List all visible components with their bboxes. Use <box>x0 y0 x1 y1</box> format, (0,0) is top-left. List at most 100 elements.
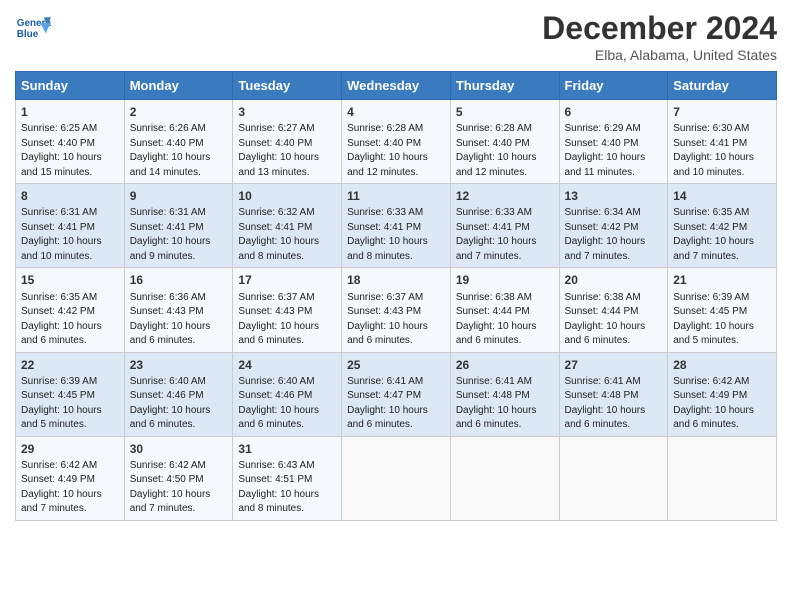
day-header-friday: Friday <box>559 72 668 100</box>
svg-text:Blue: Blue <box>17 29 39 40</box>
day-header-tuesday: Tuesday <box>233 72 342 100</box>
day-info: Sunrise: 6:41 AMSunset: 4:48 PMDaylight:… <box>456 376 537 431</box>
day-header-saturday: Saturday <box>668 72 777 100</box>
day-number: 18 <box>347 272 445 288</box>
day-number: 13 <box>565 188 663 204</box>
day-info: Sunrise: 6:39 AMSunset: 4:45 PMDaylight:… <box>21 376 102 431</box>
day-number: 4 <box>347 104 445 120</box>
logo: General Blue <box>15 10 51 46</box>
week-row-1: 1Sunrise: 6:25 AMSunset: 4:40 PMDaylight… <box>16 100 777 184</box>
calendar-cell: 2 Sunrise: 6:26 AMSunset: 4:40 PMDaylight… <box>124 100 233 184</box>
day-number: 7 <box>673 104 771 120</box>
day-number: 25 <box>347 357 445 373</box>
week-row-3: 15 Sunrise: 6:35 AMSunset: 4:42 PMDayligh… <box>16 268 777 352</box>
calendar-cell: 24 Sunrise: 6:40 AMSunset: 4:46 PMDayligh… <box>233 352 342 436</box>
calendar-cell: 6 Sunrise: 6:29 AMSunset: 4:40 PMDaylight… <box>559 100 668 184</box>
day-number: 27 <box>565 357 663 373</box>
calendar-header: SundayMondayTuesdayWednesdayThursdayFrid… <box>16 72 777 100</box>
day-number: 29 <box>21 441 119 457</box>
calendar-cell: 29Sunrise: 6:42 AMSunset: 4:49 PMDayligh… <box>16 436 125 520</box>
generalblue-logo-icon: General Blue <box>15 10 51 46</box>
day-header-wednesday: Wednesday <box>342 72 451 100</box>
title-block: December 2024 Elba, Alabama, United Stat… <box>542 10 777 63</box>
day-number: 2 <box>130 104 228 120</box>
calendar-body: 1Sunrise: 6:25 AMSunset: 4:40 PMDaylight… <box>16 100 777 521</box>
day-info: Sunrise: 6:41 AMSunset: 4:48 PMDaylight:… <box>565 376 646 431</box>
day-number: 3 <box>238 104 336 120</box>
day-info: Sunrise: 6:37 AMSunset: 4:43 PMDaylight:… <box>347 292 428 347</box>
day-info: Sunrise: 6:27 AMSunset: 4:40 PMDaylight:… <box>238 123 319 178</box>
calendar-cell <box>450 436 559 520</box>
day-number: 16 <box>130 272 228 288</box>
day-info: Sunrise: 6:29 AMSunset: 4:40 PMDaylight:… <box>565 123 646 178</box>
calendar-cell: 17Sunrise: 6:37 AMSunset: 4:43 PMDayligh… <box>233 268 342 352</box>
day-info: Sunrise: 6:40 AMSunset: 4:46 PMDaylight:… <box>130 376 211 431</box>
day-number: 15 <box>21 272 119 288</box>
header: General Blue December 2024 Elba, Alabama… <box>15 10 777 63</box>
day-number: 11 <box>347 188 445 204</box>
calendar-cell: 4 Sunrise: 6:28 AMSunset: 4:40 PMDaylight… <box>342 100 451 184</box>
subtitle: Elba, Alabama, United States <box>542 47 777 63</box>
calendar-cell: 12Sunrise: 6:33 AMSunset: 4:41 PMDayligh… <box>450 184 559 268</box>
day-info: Sunrise: 6:28 AMSunset: 4:40 PMDaylight:… <box>456 123 537 178</box>
calendar-cell: 1Sunrise: 6:25 AMSunset: 4:40 PMDaylight… <box>16 100 125 184</box>
calendar-cell: 26 Sunrise: 6:41 AMSunset: 4:48 PMDayligh… <box>450 352 559 436</box>
calendar-cell: 28 Sunrise: 6:42 AMSunset: 4:49 PMDayligh… <box>668 352 777 436</box>
day-number: 20 <box>565 272 663 288</box>
calendar-cell <box>559 436 668 520</box>
day-number: 6 <box>565 104 663 120</box>
calendar-cell: 14Sunrise: 6:35 AMSunset: 4:42 PMDayligh… <box>668 184 777 268</box>
day-info: Sunrise: 6:37 AMSunset: 4:43 PMDaylight:… <box>238 292 319 347</box>
day-number: 21 <box>673 272 771 288</box>
calendar-cell: 19 Sunrise: 6:38 AMSunset: 4:44 PMDayligh… <box>450 268 559 352</box>
calendar-cell: 20Sunrise: 6:38 AMSunset: 4:44 PMDayligh… <box>559 268 668 352</box>
day-info: Sunrise: 6:40 AMSunset: 4:46 PMDaylight:… <box>238 376 319 431</box>
day-info: Sunrise: 6:39 AMSunset: 4:45 PMDaylight:… <box>673 292 754 347</box>
day-info: Sunrise: 6:31 AMSunset: 4:41 PMDaylight:… <box>130 207 211 262</box>
day-number: 28 <box>673 357 771 373</box>
calendar-cell: 13 Sunrise: 6:34 AMSunset: 4:42 PMDayligh… <box>559 184 668 268</box>
day-info: Sunrise: 6:26 AMSunset: 4:40 PMDaylight:… <box>130 123 211 178</box>
day-number: 30 <box>130 441 228 457</box>
calendar-cell: 31 Sunrise: 6:43 AMSunset: 4:51 PMDayligh… <box>233 436 342 520</box>
day-info: Sunrise: 6:36 AMSunset: 4:43 PMDaylight:… <box>130 292 211 347</box>
calendar-cell: 18 Sunrise: 6:37 AMSunset: 4:43 PMDayligh… <box>342 268 451 352</box>
day-info: Sunrise: 6:35 AMSunset: 4:42 PMDaylight:… <box>21 292 102 347</box>
day-info: Sunrise: 6:34 AMSunset: 4:42 PMDaylight:… <box>565 207 646 262</box>
calendar-cell <box>668 436 777 520</box>
day-number: 10 <box>238 188 336 204</box>
calendar-cell: 7 Sunrise: 6:30 AMSunset: 4:41 PMDaylight… <box>668 100 777 184</box>
calendar-cell: 22Sunrise: 6:39 AMSunset: 4:45 PMDayligh… <box>16 352 125 436</box>
day-number: 19 <box>456 272 554 288</box>
day-number: 1 <box>21 104 119 120</box>
week-row-2: 8 Sunrise: 6:31 AMSunset: 4:41 PMDaylight… <box>16 184 777 268</box>
calendar-cell: 11 Sunrise: 6:33 AMSunset: 4:41 PMDayligh… <box>342 184 451 268</box>
day-header-monday: Monday <box>124 72 233 100</box>
day-number: 24 <box>238 357 336 373</box>
week-row-5: 29Sunrise: 6:42 AMSunset: 4:49 PMDayligh… <box>16 436 777 520</box>
day-info: Sunrise: 6:30 AMSunset: 4:41 PMDaylight:… <box>673 123 754 178</box>
week-row-4: 22Sunrise: 6:39 AMSunset: 4:45 PMDayligh… <box>16 352 777 436</box>
day-number: 5 <box>456 104 554 120</box>
days-header-row: SundayMondayTuesdayWednesdayThursdayFrid… <box>16 72 777 100</box>
day-number: 8 <box>21 188 119 204</box>
day-info: Sunrise: 6:41 AMSunset: 4:47 PMDaylight:… <box>347 376 428 431</box>
calendar-cell: 8Sunrise: 6:31 AMSunset: 4:41 PMDaylight… <box>16 184 125 268</box>
day-info: Sunrise: 6:42 AMSunset: 4:49 PMDaylight:… <box>673 376 754 431</box>
calendar-cell: 10 Sunrise: 6:32 AMSunset: 4:41 PMDayligh… <box>233 184 342 268</box>
day-info: Sunrise: 6:43 AMSunset: 4:51 PMDaylight:… <box>238 460 319 515</box>
day-number: 31 <box>238 441 336 457</box>
day-number: 23 <box>130 357 228 373</box>
calendar-table: SundayMondayTuesdayWednesdayThursdayFrid… <box>15 71 777 521</box>
day-info: Sunrise: 6:33 AMSunset: 4:41 PMDaylight:… <box>347 207 428 262</box>
day-info: Sunrise: 6:38 AMSunset: 4:44 PMDaylight:… <box>456 292 537 347</box>
page: General Blue December 2024 Elba, Alabama… <box>0 0 792 612</box>
calendar-cell: 15 Sunrise: 6:35 AMSunset: 4:42 PMDayligh… <box>16 268 125 352</box>
day-info: Sunrise: 6:32 AMSunset: 4:41 PMDaylight:… <box>238 207 319 262</box>
calendar-cell: 23 Sunrise: 6:40 AMSunset: 4:46 PMDayligh… <box>124 352 233 436</box>
calendar-cell: 5 Sunrise: 6:28 AMSunset: 4:40 PMDaylight… <box>450 100 559 184</box>
calendar-cell: 21 Sunrise: 6:39 AMSunset: 4:45 PMDayligh… <box>668 268 777 352</box>
calendar-cell: 25 Sunrise: 6:41 AMSunset: 4:47 PMDayligh… <box>342 352 451 436</box>
day-info: Sunrise: 6:28 AMSunset: 4:40 PMDaylight:… <box>347 123 428 178</box>
day-number: 26 <box>456 357 554 373</box>
